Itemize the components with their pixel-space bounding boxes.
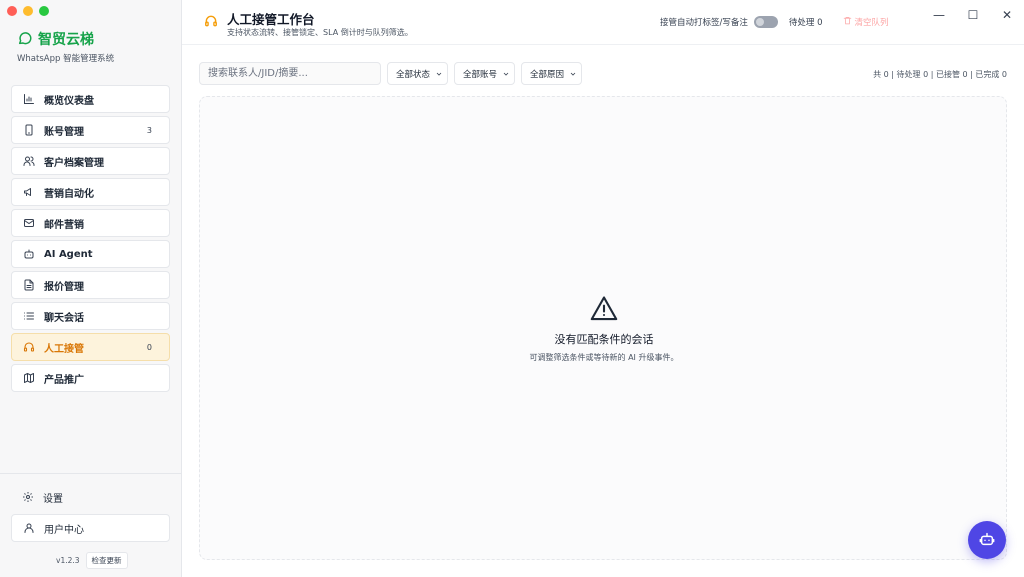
minimize-icon[interactable]: — [932, 8, 946, 22]
sidebar-item-label: 聊天会话 [44, 312, 84, 324]
brand: 智贸云梯 [17, 29, 94, 49]
mail-icon [23, 217, 35, 229]
robot-icon [979, 531, 995, 550]
close-window-button[interactable] [7, 6, 17, 16]
settings-label: 设置 [43, 493, 63, 505]
pending-count: 待处理 0 [788, 18, 823, 28]
auto-tag-label: 接管自动打标签/写备注 [660, 18, 748, 28]
chevron-down-icon [569, 70, 577, 78]
page-title: 人工接管工作台 [227, 12, 315, 27]
megaphone-icon [23, 186, 35, 198]
sidebar-divider [0, 473, 181, 474]
search-input[interactable] [199, 62, 381, 85]
sidebar-item-label: 营销自动化 [44, 188, 94, 200]
brand-name: 智贸云梯 [38, 32, 94, 48]
empty-state: 没有匹配条件的会话 可调整筛选条件或等待新的 AI 升级事件。 [200, 295, 1008, 363]
sidebar-item-label: 报价管理 [44, 281, 84, 293]
chevron-down-icon [435, 70, 443, 78]
check-update-button[interactable]: 检查更新 [85, 552, 128, 569]
chevron-down-icon [502, 70, 510, 78]
queue-counts: 共 0 | 待处理 0 | 已接管 0 | 已完成 0 [873, 70, 1007, 79]
headset-icon [23, 341, 35, 353]
document-icon [23, 279, 35, 291]
sidebar-item-label: AI Agent [44, 248, 93, 260]
gear-icon [22, 491, 34, 503]
map-icon [23, 372, 35, 384]
status-select-value: 全部状态 [396, 69, 431, 80]
main-content: 人工接管工作台 支持状态流转、接管锁定、SLA 倒计时与队列筛选。 接管自动打标… [182, 0, 1024, 577]
empty-state-description: 可调整筛选条件或等待新的 AI 升级事件。 [529, 353, 679, 362]
page-subtitle: 支持状态流转、接管锁定、SLA 倒计时与队列筛选。 [227, 28, 413, 37]
page-header: 人工接管工作台 支持状态流转、接管锁定、SLA 倒计时与队列筛选。 接管自动打标… [182, 0, 1024, 45]
reason-select[interactable]: 全部原因 [521, 62, 583, 85]
sidebar-item-dashboard[interactable]: 概览仪表盘 [11, 85, 170, 113]
sidebar-item-ai-agent[interactable]: AI Agent [11, 240, 170, 268]
sidebar-item-label: 客户档案管理 [44, 157, 104, 169]
clear-queue-label: 清空队列 [854, 18, 889, 28]
sidebar: 智贸云梯 WhatsApp 智能管理系统 概览仪表盘 账号管理 3 客户档案管理… [0, 0, 182, 577]
version-label: v1.2.3 [56, 556, 80, 565]
sidebar-item-label: 邮件营销 [44, 219, 84, 231]
sidebar-item-label: 概览仪表盘 [44, 95, 94, 107]
maximize-icon[interactable]: ☐ [966, 8, 980, 22]
brand-subtitle: WhatsApp 智能管理系统 [17, 54, 115, 64]
sidebar-item-promotion[interactable]: 产品推广 [11, 364, 170, 392]
sidebar-item-marketing[interactable]: 营销自动化 [11, 178, 170, 206]
warning-triangle-icon [200, 295, 1008, 321]
count-badge: 3 [146, 125, 152, 135]
users-icon [23, 155, 35, 167]
chat-bubble-icon [17, 30, 33, 49]
account-select[interactable]: 全部账号 [454, 62, 516, 85]
app-window: 智贸云梯 WhatsApp 智能管理系统 概览仪表盘 账号管理 3 客户档案管理… [0, 0, 1024, 577]
sidebar-item-customers[interactable]: 客户档案管理 [11, 147, 170, 175]
count-badge: 0 [146, 342, 152, 352]
ai-assistant-button[interactable] [968, 521, 1006, 559]
sidebar-item-label: 账号管理 [44, 126, 84, 138]
sidebar-item-quotes[interactable]: 报价管理 [11, 271, 170, 299]
minimize-window-button[interactable] [23, 6, 33, 16]
sidebar-item-email[interactable]: 邮件营销 [11, 209, 170, 237]
reason-select-value: 全部原因 [530, 69, 565, 80]
bot-icon [23, 248, 35, 260]
sidebar-item-label: 人工接管 [44, 343, 84, 355]
sidebar-item-label: 产品推广 [44, 374, 84, 386]
window-traffic-lights [7, 6, 49, 16]
sidebar-nav: 概览仪表盘 账号管理 3 客户档案管理 营销自动化 邮件营销 AI Agent … [11, 85, 170, 392]
user-center-button[interactable]: 用户中心 [11, 514, 170, 542]
sidebar-item-accounts[interactable]: 账号管理 3 [11, 116, 170, 144]
bar-chart-icon [23, 93, 35, 105]
account-select-value: 全部账号 [463, 69, 498, 80]
trash-icon [843, 16, 852, 28]
settings-button[interactable]: 设置 [11, 484, 170, 510]
version-row: v1.2.3 检查更新 [56, 552, 128, 569]
phone-icon [23, 124, 35, 136]
zoom-window-button[interactable] [39, 6, 49, 16]
headset-icon [204, 14, 218, 31]
clear-queue-button[interactable]: 清空队列 [843, 16, 889, 28]
list-icon [23, 310, 35, 322]
user-center-label: 用户中心 [44, 524, 84, 536]
close-icon[interactable]: ✕ [1000, 8, 1014, 22]
empty-state-title: 没有匹配条件的会话 [554, 333, 654, 346]
conversation-panel: 没有匹配条件的会话 可调整筛选条件或等待新的 AI 升级事件。 [199, 96, 1007, 560]
user-icon [23, 522, 35, 534]
auto-tag-toggle[interactable] [753, 16, 778, 28]
header-actions: 接管自动打标签/写备注 待处理 0 清空队列 [660, 16, 889, 28]
status-select[interactable]: 全部状态 [387, 62, 449, 85]
sidebar-item-chats[interactable]: 聊天会话 [11, 302, 170, 330]
sidebar-item-manual-takeover[interactable]: 人工接管 0 [11, 333, 170, 361]
